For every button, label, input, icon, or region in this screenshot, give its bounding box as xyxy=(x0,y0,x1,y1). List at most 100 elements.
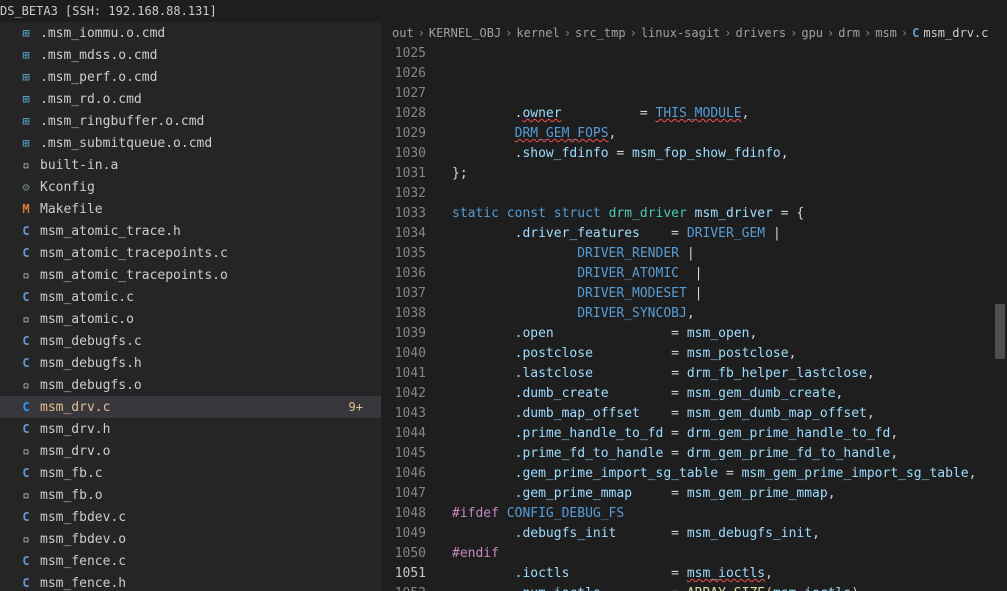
file-label: .msm_submitqueue.o.cmd xyxy=(40,136,381,151)
file-item[interactable]: ▫msm_atomic_tracepoints.o xyxy=(0,264,381,286)
code-area[interactable]: 1025102610271028102910301031103210331034… xyxy=(382,44,1007,591)
code-line[interactable]: .postclose = msm_postclose, xyxy=(444,344,1007,364)
bin-icon: ▫ xyxy=(18,377,34,393)
crumb[interactable]: linux-sagit xyxy=(641,26,720,40)
crumb[interactable]: out xyxy=(392,26,414,40)
file-label: msm_debugfs.h xyxy=(40,356,381,371)
line-number: 1025 xyxy=(382,44,426,64)
file-item[interactable]: ⚙Kconfig xyxy=(0,176,381,198)
file-label: msm_drv.h xyxy=(40,422,381,437)
scrollbar[interactable] xyxy=(995,44,1007,591)
crumb[interactable]: gpu xyxy=(801,26,823,40)
code-line[interactable]: DRIVER_SYNCOBJ, xyxy=(444,304,1007,324)
line-number: 1030 xyxy=(382,144,426,164)
breadcrumb-file[interactable]: Cmsm_drv.c xyxy=(912,26,988,40)
code-line[interactable]: .dumb_map_offset = msm_gem_dumb_map_offs… xyxy=(444,404,1007,424)
bin-icon: ▫ xyxy=(18,267,34,283)
file-item[interactable]: Cmsm_fbdev.c xyxy=(0,506,381,528)
file-item[interactable]: ▫built-in.a xyxy=(0,154,381,176)
crumb[interactable]: kernel xyxy=(516,26,559,40)
code-content[interactable]: .owner = THIS_MODULE, DRM_GEM_FOPS, .sho… xyxy=(444,44,1007,591)
file-item[interactable]: ⊞.msm_rd.o.cmd xyxy=(0,88,381,110)
file-item[interactable]: Cmsm_debugfs.h xyxy=(0,352,381,374)
code-line[interactable]: DRIVER_MODESET | xyxy=(444,284,1007,304)
file-item[interactable]: ▫msm_fb.o xyxy=(0,484,381,506)
crumb[interactable]: src_tmp xyxy=(575,26,626,40)
file-item[interactable]: Cmsm_atomic_trace.h xyxy=(0,220,381,242)
chevron-right-icon: › xyxy=(418,26,425,40)
file-label: msm_drv.o xyxy=(40,444,381,459)
code-line[interactable]: DRIVER_RENDER | xyxy=(444,244,1007,264)
file-item[interactable]: ▫ msm_drv.o xyxy=(0,440,381,462)
code-line[interactable]: static const struct drm_driver msm_drive… xyxy=(444,204,1007,224)
file-item[interactable]: ⊞.msm_ringbuffer.o.cmd xyxy=(0,110,381,132)
code-line[interactable]: .prime_fd_to_handle = drm_gem_prime_fd_t… xyxy=(444,444,1007,464)
file-item[interactable]: Cmsm_debugfs.c xyxy=(0,330,381,352)
code-line[interactable]: .owner = THIS_MODULE, xyxy=(444,104,1007,124)
crumb[interactable]: drm xyxy=(838,26,860,40)
file-item[interactable]: Cmsm_drv.h xyxy=(0,418,381,440)
titlebar: DS_BETA3 [SSH: 192.168.88.131] xyxy=(0,0,1007,22)
win-icon: ⊞ xyxy=(18,47,34,63)
file-item[interactable]: Cmsm_fence.h xyxy=(0,572,381,591)
file-item[interactable]: ⊞.msm_submitqueue.o.cmd xyxy=(0,132,381,154)
line-number: 1039 xyxy=(382,324,426,344)
code-line[interactable]: .show_fdinfo = msm_fop_show_fdinfo, xyxy=(444,144,1007,164)
code-line[interactable]: DRIVER_ATOMIC | xyxy=(444,264,1007,284)
chevron-right-icon: › xyxy=(564,26,571,40)
code-line[interactable]: .ioctls = msm_ioctls, xyxy=(444,564,1007,584)
file-label: msm_atomic.o xyxy=(40,312,381,327)
code-line[interactable]: #endif xyxy=(444,544,1007,564)
file-item[interactable]: ⊞.msm_perf.o.cmd xyxy=(0,66,381,88)
file-item[interactable]: ⊞.msm_iommu.o.cmd xyxy=(0,22,381,44)
code-line[interactable]: #ifdef CONFIG_DEBUG_FS xyxy=(444,504,1007,524)
file-explorer[interactable]: ⊞.msm_iommu.o.cmd⊞.msm_mdss.o.cmd⊞.msm_p… xyxy=(0,22,382,591)
code-line[interactable]: DRM_GEM_FOPS, xyxy=(444,124,1007,144)
line-number: 1052 xyxy=(382,584,426,591)
file-item[interactable]: ▫msm_atomic.o xyxy=(0,308,381,330)
file-item[interactable]: ▫msm_debugfs.o xyxy=(0,374,381,396)
code-line[interactable]: .prime_handle_to_fd = drm_gem_prime_hand… xyxy=(444,424,1007,444)
breadcrumb[interactable]: out › KERNEL_OBJ › kernel › src_tmp › linux-sagi… xyxy=(382,22,1007,44)
file-item[interactable]: Cmsm_fence.c xyxy=(0,550,381,572)
scrollbar-thumb[interactable] xyxy=(995,304,1005,359)
code-line[interactable]: .driver_features = DRIVER_GEM | xyxy=(444,224,1007,244)
line-number: 1033 xyxy=(382,204,426,224)
file-label: msm_fence.c xyxy=(40,554,381,569)
chevron-right-icon: › xyxy=(505,26,512,40)
line-number: 1038 xyxy=(382,304,426,324)
code-line[interactable]: .gem_prime_mmap = msm_gem_prime_mmap, xyxy=(444,484,1007,504)
line-number: 1050 xyxy=(382,544,426,564)
c-icon: C xyxy=(18,399,34,415)
file-label: msm_drv.c xyxy=(40,400,349,415)
code-line[interactable]: .open = msm_open, xyxy=(444,324,1007,344)
crumb[interactable]: KERNEL_OBJ xyxy=(429,26,501,40)
chevron-right-icon: › xyxy=(864,26,871,40)
file-item[interactable]: Cmsm_fb.c xyxy=(0,462,381,484)
code-line[interactable]: }; xyxy=(444,164,1007,184)
win-icon: ⊞ xyxy=(18,91,34,107)
line-number: 1040 xyxy=(382,344,426,364)
file-item[interactable]: ⊞.msm_mdss.o.cmd xyxy=(0,44,381,66)
bin-icon: ▫ xyxy=(18,443,34,459)
file-item[interactable]: ▫msm_fbdev.o xyxy=(0,528,381,550)
file-item[interactable]: Cmsm_atomic.c xyxy=(0,286,381,308)
line-number: 1032 xyxy=(382,184,426,204)
file-label: Makefile xyxy=(40,202,381,217)
code-line[interactable]: .lastclose = drm_fb_helper_lastclose, xyxy=(444,364,1007,384)
code-line[interactable] xyxy=(444,184,1007,204)
file-item[interactable]: Cmsm_atomic_tracepoints.c xyxy=(0,242,381,264)
file-item[interactable]: Cmsm_drv.c9+ xyxy=(0,396,381,418)
crumb[interactable]: drivers xyxy=(736,26,787,40)
app-title: DS_BETA3 [SSH: 192.168.88.131] xyxy=(0,4,217,18)
c-icon: C xyxy=(18,421,34,437)
gear-icon: ⚙ xyxy=(18,179,34,195)
code-line[interactable]: .num_ioctls = ARRAY_SIZE(msm_ioctls), xyxy=(444,584,1007,591)
file-item[interactable]: MMakefile xyxy=(0,198,381,220)
crumb[interactable]: msm xyxy=(875,26,897,40)
code-line[interactable]: .gem_prime_import_sg_table = msm_gem_pri… xyxy=(444,464,1007,484)
code-line[interactable]: .debugfs_init = msm_debugfs_init, xyxy=(444,524,1007,544)
code-line[interactable]: .dumb_create = msm_gem_dumb_create, xyxy=(444,384,1007,404)
line-number: 1043 xyxy=(382,404,426,424)
file-label: msm_atomic_tracepoints.c xyxy=(40,246,381,261)
